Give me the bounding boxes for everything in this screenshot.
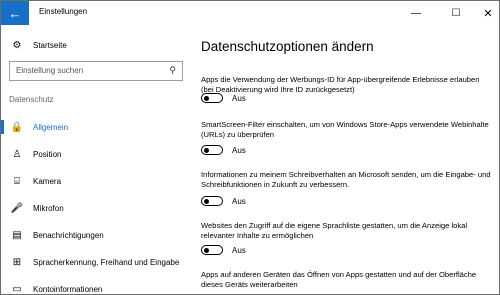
search-icon[interactable]: ⚲ xyxy=(169,65,176,76)
toggle-state-label: Aus xyxy=(232,145,246,155)
toggle-switch[interactable] xyxy=(201,196,223,206)
sidebar-item-label: Kamera xyxy=(33,176,62,186)
sidebar-item-label: Allgemein xyxy=(33,122,69,132)
setting-description: Informationen zu meinem Schreibverhalten… xyxy=(201,170,491,189)
sidebar-item-label: Startseite xyxy=(33,40,67,50)
setting-description: Apps auf anderen Geräten das Öffnen von … xyxy=(201,270,477,289)
page-title: Datenschutzoptionen ändern xyxy=(201,39,374,54)
minimize-icon: — xyxy=(411,7,421,19)
setting-toggle-row: Aus xyxy=(201,92,246,104)
setting-toggle-row: Aus xyxy=(201,144,246,156)
close-button[interactable]: ✕ xyxy=(473,1,499,25)
toggle-switch[interactable] xyxy=(201,245,223,255)
sidebar-item-label: Position xyxy=(33,149,62,159)
toggle-knob xyxy=(204,95,209,101)
sidebar-item-benachrichtigungen[interactable]: ▤ Benachrichtigungen xyxy=(1,225,191,245)
account-info-icon: ▭ xyxy=(12,283,22,295)
back-arrow-icon: ← xyxy=(8,5,22,21)
close-icon: ✕ xyxy=(483,7,493,20)
sidebar-item-home[interactable]: ⚙ Startseite xyxy=(1,35,191,55)
gear-icon: ⚙ xyxy=(12,39,22,51)
sidebar-item-label: Benachrichtigungen xyxy=(33,230,104,240)
sidebar-item-mikrofon[interactable]: 🎤 Mikrofon xyxy=(1,198,191,218)
location-icon: ♙ xyxy=(12,148,22,160)
sidebar-item-kontoinformationen[interactable]: ▭ Kontoinformationen xyxy=(1,279,191,295)
back-button[interactable]: ← xyxy=(1,1,29,25)
setting-description: SmartScreen-Filter einschalten, um von W… xyxy=(201,120,489,139)
main-content: Datenschutzoptionen ändern Apps die Verw… xyxy=(191,25,499,294)
camera-icon: ⌸ xyxy=(14,175,20,187)
active-indicator xyxy=(1,120,4,134)
sidebar-item-label: Kontoinformationen xyxy=(33,284,103,294)
toggle-knob xyxy=(204,147,209,153)
sidebar-item-label: Spracherkennung, Freihand und Eingabe xyxy=(33,257,180,267)
minimize-button[interactable]: — xyxy=(401,1,431,25)
sidebar-item-position[interactable]: ♙ Position xyxy=(1,144,191,164)
toggle-switch[interactable] xyxy=(201,93,223,103)
toggle-knob xyxy=(204,247,209,253)
setting-description: Websites den Zugriff auf die eigene Spra… xyxy=(201,221,468,240)
lock-icon: 🔒 xyxy=(10,121,24,133)
setting-toggle-row: Aus xyxy=(201,195,246,207)
toggle-state-label: Aus xyxy=(232,245,246,255)
toggle-state-label: Aus xyxy=(232,93,246,103)
toggle-state-label: Aus xyxy=(232,196,246,206)
sidebar-item-spracherkennung[interactable]: ⊞ Spracherkennung, Freihand und Eingabe xyxy=(1,252,191,272)
maximize-icon: ☐ xyxy=(451,7,461,19)
title-bar: ← Einstellungen — ☐ ✕ xyxy=(1,1,499,25)
settings-window: ← Einstellungen — ☐ ✕ ⚙ Startseite Einst… xyxy=(0,0,500,295)
group-label: Datenschutz xyxy=(9,95,54,104)
toggle-switch[interactable] xyxy=(201,145,223,155)
sidebar-item-label: Mikrofon xyxy=(33,203,64,213)
notification-icon: ▤ xyxy=(12,229,22,241)
setting-toggle-row: Aus xyxy=(201,244,246,256)
search-input[interactable]: Einstellung suchen ⚲ xyxy=(9,61,183,81)
speech-icon: ⊞ xyxy=(12,256,22,268)
sidebar: ⚙ Startseite Einstellung suchen ⚲ Datens… xyxy=(1,25,191,295)
search-placeholder: Einstellung suchen xyxy=(16,66,84,75)
window-title: Einstellungen xyxy=(39,7,88,16)
microphone-icon: 🎤 xyxy=(10,202,24,214)
sidebar-item-kamera[interactable]: ⌸ Kamera xyxy=(1,171,191,191)
sidebar-item-allgemein[interactable]: 🔒 Allgemein xyxy=(1,117,191,137)
maximize-button[interactable]: ☐ xyxy=(441,1,471,25)
toggle-knob xyxy=(204,198,209,204)
